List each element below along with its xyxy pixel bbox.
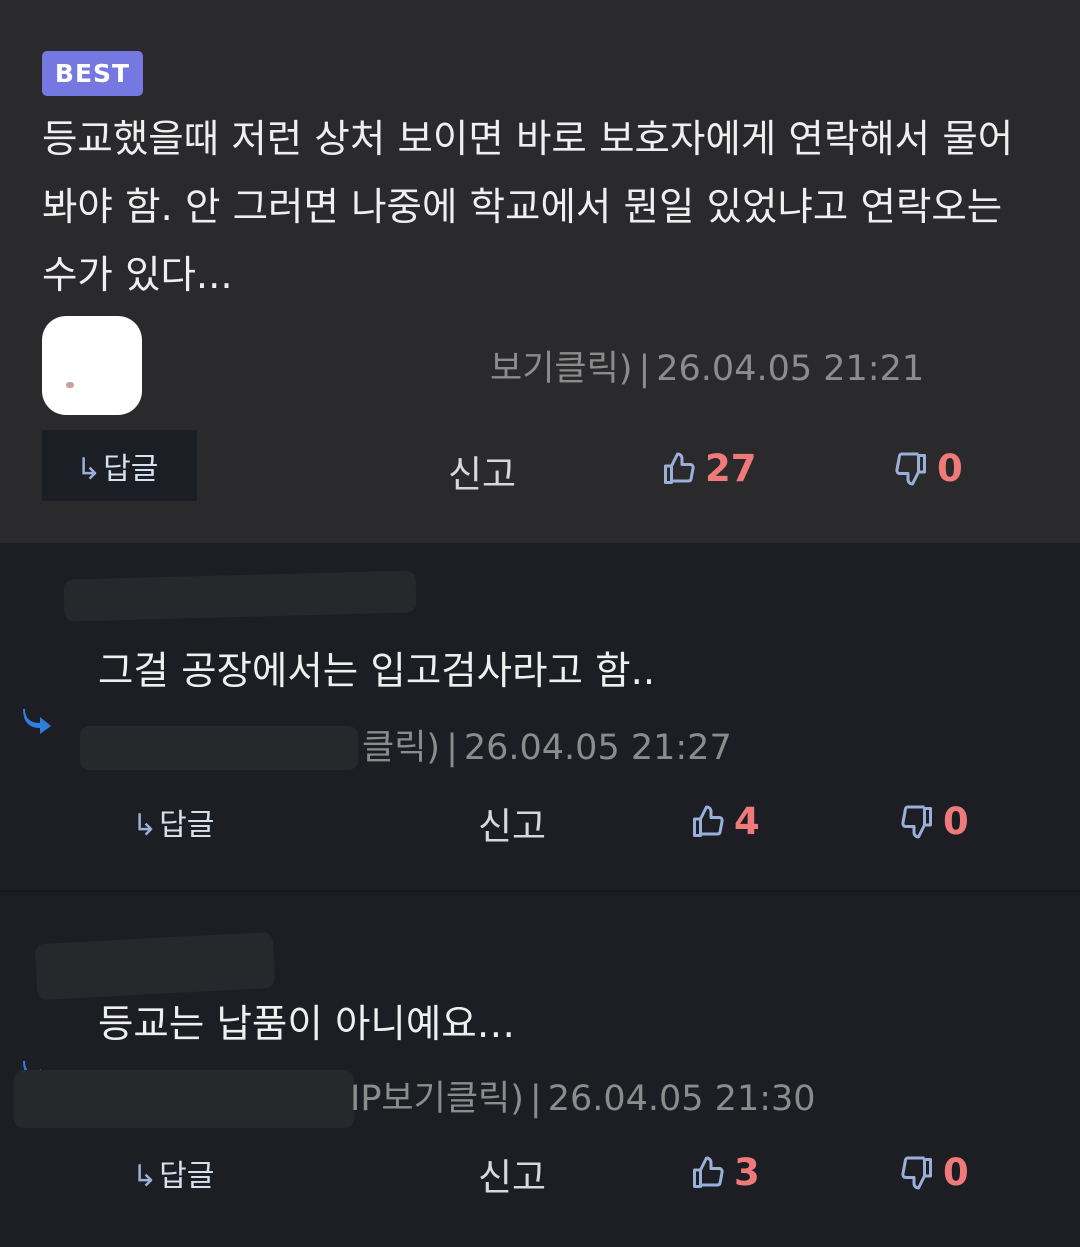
reply-arrow-icon: ↳	[76, 452, 102, 487]
ip-view-link[interactable]: IP보기클릭)	[350, 1079, 524, 1119]
redacted-user-info	[14, 1070, 354, 1128]
thumbs-down-icon	[895, 452, 926, 485]
comment-meta: IP보기클릭) | 26.04.05 21:30	[350, 1079, 816, 1119]
reply-label: 답글	[159, 1159, 215, 1194]
timestamp: 26.04.05 21:30	[547, 1079, 816, 1119]
best-badge: BEST	[42, 51, 143, 96]
reply-button[interactable]: ↳답글	[42, 430, 197, 501]
comment-meta: 보기클릭) | 26.04.05 21:21	[490, 349, 925, 389]
timestamp: 26.04.05 21:21	[656, 349, 925, 389]
like-button[interactable]: 27	[661, 447, 757, 490]
reply-label: 답글	[159, 808, 215, 843]
report-button[interactable]: 신고	[478, 1147, 546, 1201]
dislike-count: 0	[937, 447, 963, 490]
thumbs-down-icon	[901, 1156, 932, 1189]
reply-button[interactable]: ↳답글	[132, 1151, 214, 1195]
timestamp: 26.04.05 21:27	[463, 728, 732, 768]
thumbs-down-icon	[901, 805, 932, 838]
like-button[interactable]: 3	[690, 1151, 760, 1194]
comment-text: 그걸 공장에서는 입고검사라고 함..	[98, 649, 656, 694]
ip-view-link[interactable]: 보기클릭)	[490, 349, 632, 389]
redacted-username	[63, 570, 417, 622]
divider	[0, 890, 1080, 892]
thumbs-up-icon	[693, 805, 724, 837]
dislike-button[interactable]: 0	[899, 800, 969, 843]
comment-text: 등교는 납품이 아니예요…	[98, 1002, 516, 1047]
reply-arrow-icon: ↳	[132, 808, 158, 843]
reply-arrow-icon: ↳	[132, 1159, 158, 1194]
reply-arrow-icon	[23, 709, 51, 734]
like-count: 4	[734, 800, 760, 843]
comment-text: 등교했을때 저런 상처 보이면 바로 보호자에게 연락해서 물어봐야 함. 안 …	[42, 117, 1014, 298]
best-comment: BEST 등교했을때 저런 상처 보이면 바로 보호자에게 연락해서 물어봐야 …	[0, 0, 1080, 543]
report-button[interactable]: 신고	[448, 444, 516, 498]
like-count: 27	[705, 447, 757, 490]
dislike-count: 0	[943, 1151, 969, 1194]
dislike-button[interactable]: 0	[893, 447, 963, 490]
ip-view-link[interactable]: 클릭)	[362, 728, 440, 768]
like-button[interactable]: 4	[690, 800, 760, 843]
redacted-username	[34, 931, 276, 1001]
report-button[interactable]: 신고	[478, 796, 546, 850]
like-count: 3	[734, 1151, 760, 1194]
reply-label: 답글	[103, 452, 159, 487]
reply-button[interactable]: ↳답글	[132, 800, 214, 844]
comment-meta: 클릭) | 26.04.05 21:27	[362, 728, 732, 768]
redacted-user-info	[80, 726, 358, 770]
dislike-count: 0	[943, 800, 969, 843]
thumbs-up-icon	[693, 1156, 724, 1188]
avatar[interactable]	[42, 316, 142, 415]
thumbs-up-icon	[664, 452, 695, 484]
dislike-button[interactable]: 0	[899, 1151, 969, 1194]
